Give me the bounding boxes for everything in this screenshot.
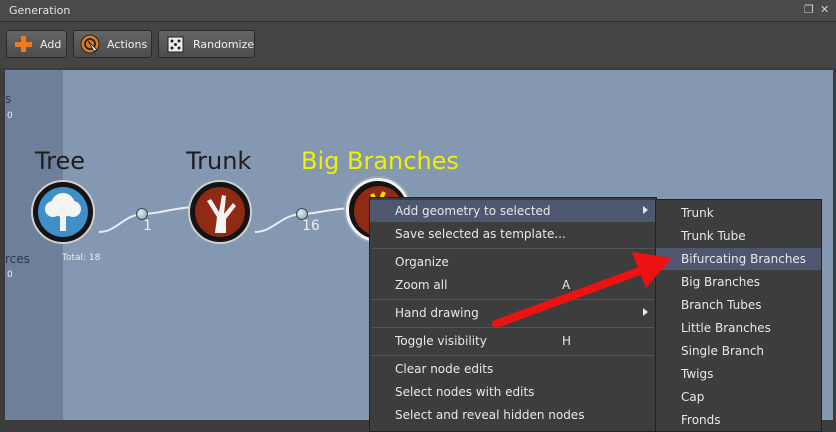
panel-title-bar: Generation ❐ ✕ (0, 0, 836, 22)
menu-item-label: Clear node edits (395, 362, 494, 376)
add-button-label: Add (40, 38, 62, 51)
submenu-item-label: Trunk Tube (681, 229, 746, 243)
menu-item-add-geometry[interactable]: Add geometry to selected (370, 200, 656, 222)
submenu-arrow-icon (643, 308, 648, 316)
add-button[interactable]: Add (6, 30, 67, 58)
menu-item-select-reveal-hidden[interactable]: Select and reveal hidden nodes (370, 404, 656, 426)
submenu-arrow-icon (643, 206, 648, 214)
submenu-item-label: Fronds (681, 413, 721, 427)
dice-icon (167, 36, 184, 53)
menu-item-label: Save selected as template... (395, 227, 566, 241)
node-tree[interactable] (31, 180, 95, 244)
submenu-arrow-icon (643, 257, 648, 265)
plus-icon (15, 36, 32, 52)
menu-item-toggle-visibility[interactable]: Toggle visibility H (370, 330, 656, 352)
tree-icon (38, 187, 88, 237)
submenu-item-label: Trunk (681, 206, 714, 220)
actions-button-label: Actions (107, 38, 148, 51)
submenu-item-single-branch[interactable]: Single Branch (656, 340, 821, 362)
submenu-item-big-branches[interactable]: Big Branches (656, 271, 821, 293)
submenu-item-bifurcating-branches[interactable]: Bifurcating Branches (656, 248, 821, 270)
submenu-item-twigs[interactable]: Twigs (656, 363, 821, 385)
node-label-big-branches: Big Branches (301, 147, 459, 175)
submenu-item-trunk[interactable]: Trunk (656, 202, 821, 224)
randomize-button-label: Randomize (193, 38, 255, 51)
randomize-button[interactable]: Randomize (158, 30, 255, 58)
link-count-1: 1 (143, 218, 152, 234)
menu-item-shortcut: H (562, 334, 572, 348)
submenu-item-label: Big Branches (681, 275, 760, 289)
submenu-item-label: Bifurcating Branches (681, 252, 807, 266)
link-count-2: 16 (302, 218, 320, 234)
menu-separator (372, 299, 654, 300)
geometry-submenu: Trunk Trunk Tube Bifurcating Branches Bi… (655, 199, 822, 432)
menu-item-shortcut: A (562, 278, 571, 292)
submenu-item-label: Branch Tubes (681, 298, 762, 312)
close-icon[interactable]: ✕ (820, 3, 829, 16)
menu-item-label: Select and reveal hidden nodes (395, 408, 585, 422)
menu-separator (372, 248, 654, 249)
submenu-item-trunk-tube[interactable]: Trunk Tube (656, 225, 821, 247)
submenu-item-little-branches[interactable]: Little Branches (656, 317, 821, 339)
submenu-item-fronds[interactable]: Fronds (656, 409, 821, 431)
submenu-item-label: Little Branches (681, 321, 771, 335)
node-label-tree: Tree (35, 147, 86, 175)
panel-title: Generation (9, 4, 71, 17)
menu-item-select-nodes-with-edits[interactable]: Select nodes with edits (370, 381, 656, 403)
menu-item-label: Select nodes with edits (395, 385, 535, 399)
node-trunk[interactable] (188, 180, 252, 244)
actions-icon (80, 34, 100, 54)
context-menu: Add geometry to selected Save selected a… (369, 197, 657, 432)
trunk-icon (195, 187, 245, 237)
actions-button[interactable]: Actions (73, 30, 152, 58)
submenu-item-branch-tubes[interactable]: Branch Tubes (656, 294, 821, 316)
menu-item-clear-node-edits[interactable]: Clear node edits (370, 358, 656, 380)
left-pane-top-label: s (5, 92, 12, 106)
total-label: Total: 18 (62, 253, 101, 263)
left-pane-top-value: 0 (7, 111, 13, 121)
menu-item-label: Zoom all (395, 278, 448, 292)
submenu-item-label: Cap (681, 390, 705, 404)
menu-item-label: Toggle visibility (395, 334, 487, 348)
toolbar: Add Actions Randomize (0, 22, 836, 68)
restore-icon[interactable]: ❐ (804, 3, 814, 16)
menu-item-organize[interactable]: Organize (370, 251, 656, 273)
menu-item-zoom-all[interactable]: Zoom all A (370, 274, 656, 296)
menu-separator (372, 355, 654, 356)
menu-item-hand-drawing[interactable]: Hand drawing (370, 302, 656, 324)
menu-item-label: Add geometry to selected (395, 204, 551, 218)
menu-separator (372, 327, 654, 328)
submenu-item-label: Single Branch (681, 344, 765, 358)
menu-item-save-template[interactable]: Save selected as template... (370, 223, 656, 245)
menu-item-label: Organize (395, 255, 449, 269)
submenu-item-cap[interactable]: Cap (656, 386, 821, 408)
node-label-trunk: Trunk (186, 147, 252, 175)
menu-item-label: Hand drawing (395, 306, 479, 320)
submenu-item-label: Twigs (681, 367, 714, 381)
